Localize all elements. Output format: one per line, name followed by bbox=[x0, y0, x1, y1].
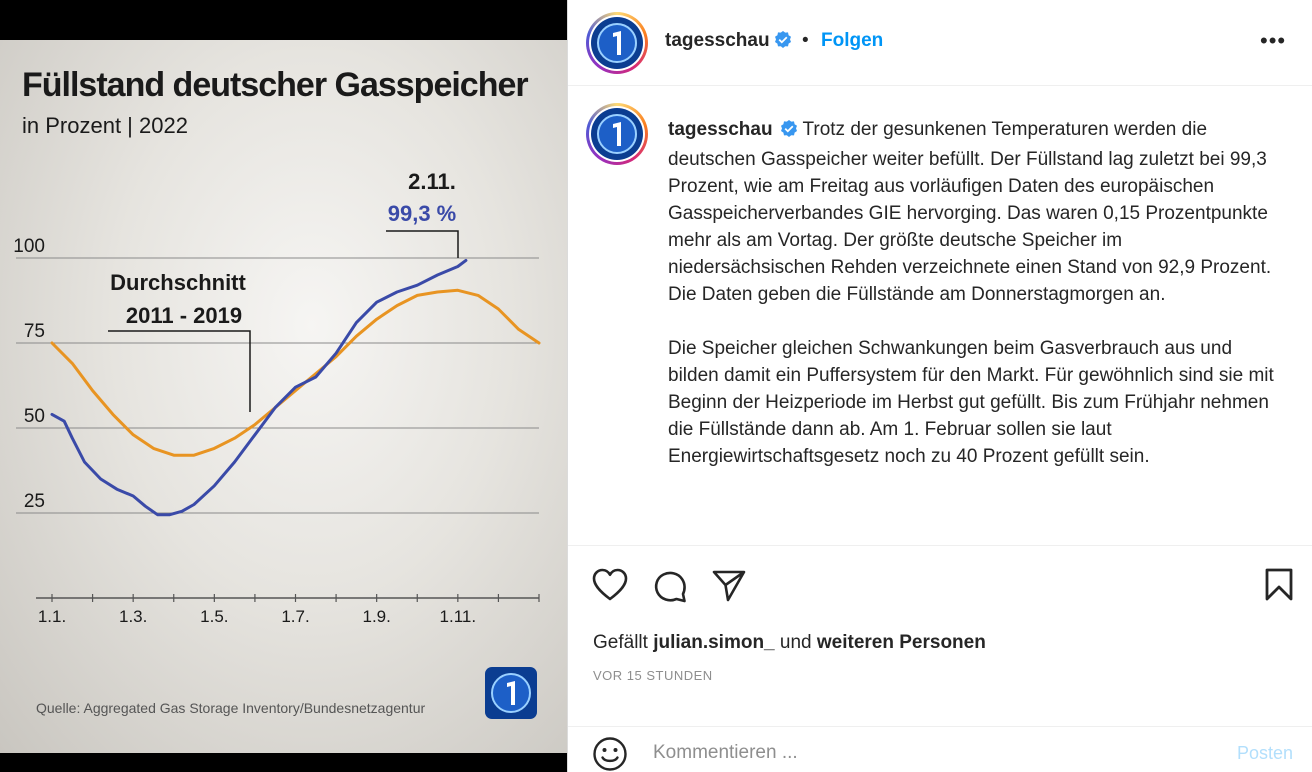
more-icon[interactable]: ••• bbox=[1260, 28, 1286, 54]
y-axis: 100 75 50 25 bbox=[13, 236, 45, 512]
caption-username[interactable]: tagesschau bbox=[668, 119, 773, 140]
tagesschau-logo bbox=[591, 17, 643, 69]
y-tick-label: 50 bbox=[24, 406, 45, 427]
y-tick-label: 25 bbox=[24, 491, 45, 512]
y-tick-label: 100 bbox=[13, 236, 45, 257]
post-comment-button[interactable]: Posten bbox=[1237, 743, 1293, 764]
post-timestamp[interactable]: VOR 15 STUNDEN bbox=[593, 668, 713, 683]
x-tick-label: 1.3. bbox=[119, 607, 147, 626]
post-panel: tagesschau • • Folgen ••• tagesschau Tro… bbox=[567, 0, 1312, 772]
share-icon[interactable] bbox=[711, 568, 747, 609]
emoji-icon[interactable] bbox=[592, 736, 628, 772]
chart-title: Füllstand deutscher Gasspeicher bbox=[22, 66, 528, 104]
likes-prefix: Gefällt bbox=[593, 632, 648, 653]
annotation-latest-value: 99,3 % bbox=[388, 201, 457, 226]
caption-text-1: Trotz der gesunkenen Temperaturen werden… bbox=[668, 119, 1272, 305]
x-tick-label: 1.5. bbox=[200, 607, 228, 626]
x-tick-label: 1.9. bbox=[362, 607, 390, 626]
annotation-avg-label-2: 2011 - 2019 bbox=[126, 303, 242, 328]
comment-row: Posten bbox=[568, 726, 1312, 772]
chart: Füllstand deutscher Gasspeicher in Proze… bbox=[13, 66, 541, 719]
heart-icon[interactable] bbox=[592, 568, 628, 607]
likes-user-link[interactable]: julian.simon_ bbox=[653, 632, 774, 653]
chart-grid bbox=[16, 257, 539, 514]
likes-line: Gefällt julian.simon_ und weiteren Perso… bbox=[593, 632, 986, 654]
caption-avatar[interactable] bbox=[586, 103, 648, 165]
post-actions: Gefällt julian.simon_ und weiteren Perso… bbox=[568, 545, 1312, 772]
x-tick-label: 1.1. bbox=[38, 607, 66, 626]
comment-icon[interactable] bbox=[652, 568, 688, 609]
avatar[interactable] bbox=[586, 12, 648, 74]
post-media: Füllstand deutscher Gasspeicher in Proze… bbox=[0, 0, 567, 772]
caption-text-2: Die Speicher gleichen Schwankungen beim … bbox=[668, 338, 1274, 467]
x-tick-label: 1.11. bbox=[440, 607, 477, 626]
comment-input[interactable] bbox=[653, 740, 1213, 766]
post-caption: tagesschau Trotz der gesunkenen Temperat… bbox=[668, 116, 1278, 497]
annotation-latest-leader bbox=[386, 230, 459, 258]
likes-others-link[interactable]: weiteren Personen bbox=[817, 632, 986, 653]
separator-dot: • bbox=[802, 30, 809, 51]
y-tick-label: 75 bbox=[24, 321, 45, 342]
chart-source: Quelle: Aggregated Gas Storage Inventory… bbox=[36, 700, 425, 716]
annotation-avg-label-1: Durchschnitt bbox=[110, 270, 246, 295]
series-line bbox=[50, 258, 468, 517]
chart-graphic: Füllstand deutscher Gasspeicher in Proze… bbox=[0, 40, 567, 753]
verified-icon bbox=[780, 119, 798, 146]
bookmark-icon[interactable] bbox=[1264, 568, 1294, 607]
chart-lines bbox=[50, 258, 541, 517]
likes-mid: und bbox=[779, 632, 812, 653]
x-tick-label: 1.7. bbox=[281, 607, 309, 626]
tagesschau-logo bbox=[485, 667, 537, 719]
follow-button[interactable]: Folgen bbox=[821, 30, 883, 52]
x-axis: 1.1. 1.3. 1.5. 1.7. 1.9. 1.11. bbox=[36, 594, 540, 626]
annotation-latest-date: 2.11. bbox=[408, 169, 456, 194]
tagesschau-logo bbox=[591, 108, 643, 160]
header-username[interactable]: tagesschau bbox=[665, 30, 770, 51]
post-header: tagesschau • • Folgen ••• bbox=[568, 0, 1312, 86]
verified-icon bbox=[774, 31, 792, 54]
chart-subtitle: in Prozent | 2022 bbox=[22, 113, 188, 138]
